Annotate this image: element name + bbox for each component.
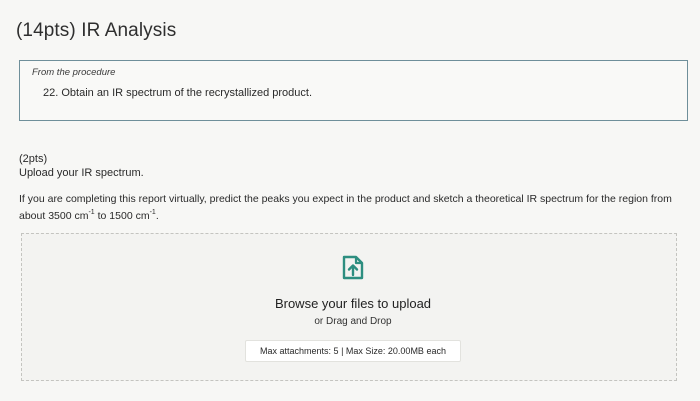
upload-file-icon[interactable] bbox=[339, 253, 367, 281]
max-attachments-badge: Max attachments: 5 | Max Size: 20.00MB e… bbox=[245, 340, 461, 362]
instructions-part2: to 1500 cm bbox=[94, 210, 150, 222]
upload-label: Upload your IR spectrum. bbox=[19, 167, 144, 179]
procedure-box: From the procedure 22. Obtain an IR spec… bbox=[19, 60, 688, 121]
procedure-text: 22. Obtain an IR spectrum of the recryst… bbox=[43, 87, 313, 99]
instructions-part3: . bbox=[155, 210, 159, 222]
section-title: (14pts) IR Analysis bbox=[16, 20, 177, 41]
browse-files-link[interactable]: Browse your files to upload bbox=[0, 296, 700, 311]
question-points: (2pts) bbox=[19, 153, 48, 165]
procedure-label: From the procedure bbox=[32, 67, 116, 78]
instructions-text: If you are completing this report virtua… bbox=[19, 191, 679, 225]
drag-drop-text: or Drag and Drop bbox=[314, 316, 392, 327]
